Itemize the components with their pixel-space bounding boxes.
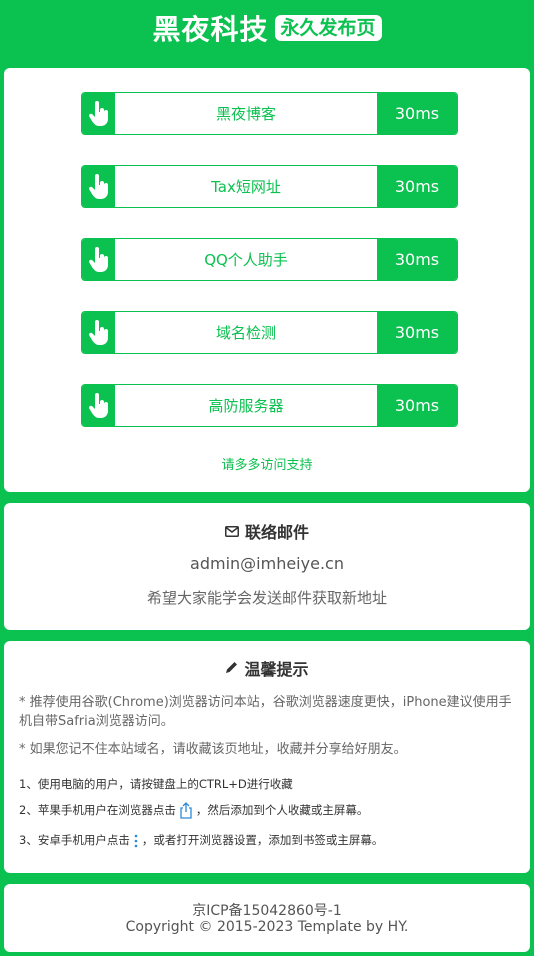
link-label: 黑夜博客 xyxy=(115,93,377,134)
link-label: Tax短网址 xyxy=(115,166,377,207)
tip-step-3: 3、安卓手机用户点击 ，或者打开浏览器设置，添加到书签或主屏幕。 xyxy=(19,831,515,850)
latency-badge: 30ms xyxy=(377,312,457,353)
mail-title-text: 联络邮件 xyxy=(244,523,309,542)
pointing-hand-icon xyxy=(82,239,115,280)
step-2-text-b: ，然后添加到个人收藏或主屏幕。 xyxy=(195,803,369,817)
footer-card: 京ICP备15042860号-1 Copyright © 2015-2023 T… xyxy=(4,884,530,952)
step-1-text: 1、使用电脑的用户，请按键盘上的CTRL+D进行收藏 xyxy=(19,777,293,791)
pointing-hand-icon xyxy=(82,312,115,353)
tips-card: 温馨提示 * 推荐使用谷歌(Chrome)浏览器访问本站，谷歌浏览器速度更快，i… xyxy=(4,641,530,873)
tip-browser: * 推荐使用谷歌(Chrome)浏览器访问本站，谷歌浏览器速度更快，iPhone… xyxy=(19,695,512,729)
link-domain-check[interactable]: 域名检测 30ms xyxy=(81,311,458,354)
icp-number: 京ICP备15042860号-1 xyxy=(192,903,342,919)
tips-title-text: 温馨提示 xyxy=(244,660,309,679)
tip-step-2: 2、苹果手机用户在浏览器点击 ，然后添加到个人收藏或主屏幕。 xyxy=(19,801,515,820)
site-title: 黑夜科技 xyxy=(152,13,269,46)
tip-step-1: 1、使用电脑的用户，请按键盘上的CTRL+D进行收藏 xyxy=(19,775,515,794)
tips-section-title: 温馨提示 xyxy=(4,656,530,680)
link-label: 高防服务器 xyxy=(115,385,377,426)
mail-section-title: 联络邮件 xyxy=(4,519,530,543)
pencil-icon xyxy=(225,659,238,678)
links-card: 黑夜博客 30ms Tax短网址 30ms QQ个人助手 30ms 域名检测 3… xyxy=(4,68,530,492)
pointing-hand-icon xyxy=(82,385,115,426)
share-icon xyxy=(179,802,193,819)
latency-badge: 30ms xyxy=(377,166,457,207)
site-badge: 永久发布页 xyxy=(274,15,382,41)
pointing-hand-icon xyxy=(82,166,115,207)
step-3-text-a: 3、安卓手机用户点击 xyxy=(19,833,130,847)
mail-card: 联络邮件 admin@imheiye.cn 希望大家能学会发送邮件获取新地址 xyxy=(4,503,530,630)
link-ddos-server[interactable]: 高防服务器 30ms xyxy=(81,384,458,427)
page-header: 黑夜科技 永久发布页 xyxy=(0,0,534,56)
tip-bookmark: * 如果您记不住本站域名，请收藏该页地址，收藏并分享给好朋友。 xyxy=(19,742,407,757)
latency-badge: 30ms xyxy=(377,385,457,426)
link-heiye-blog[interactable]: 黑夜博客 30ms xyxy=(81,92,458,135)
mail-note: 希望大家能学会发送邮件获取新地址 xyxy=(146,589,387,607)
link-tax-shorturl[interactable]: Tax短网址 30ms xyxy=(81,165,458,208)
latency-badge: 30ms xyxy=(377,239,457,280)
vertical-dots-icon xyxy=(133,834,139,848)
link-label: 域名检测 xyxy=(115,312,377,353)
link-qq-assistant[interactable]: QQ个人助手 30ms xyxy=(81,238,458,281)
support-text: 请多多访问支持 xyxy=(221,458,313,473)
mail-address[interactable]: admin@imheiye.cn xyxy=(4,554,530,573)
step-2-text-a: 2、苹果手机用户在浏览器点击 xyxy=(19,803,176,817)
latency-badge: 30ms xyxy=(377,93,457,134)
pointing-hand-icon xyxy=(82,93,115,134)
copyright: Copyright © 2015-2023 Template by HY. xyxy=(125,919,409,935)
envelope-icon xyxy=(224,522,239,541)
step-3-text-b: ，或者打开浏览器设置，添加到书签或主屏幕。 xyxy=(141,833,384,847)
link-label: QQ个人助手 xyxy=(115,239,377,280)
